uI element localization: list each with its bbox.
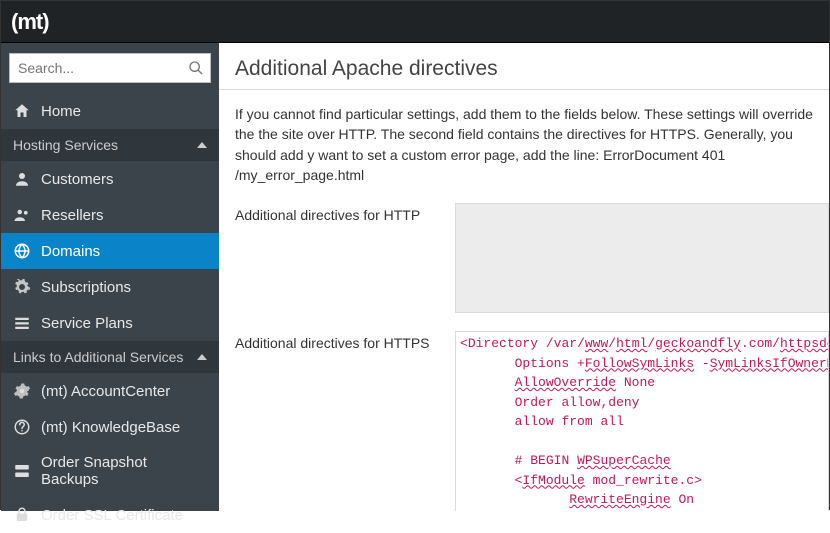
nav-label: Subscriptions xyxy=(41,279,131,296)
page-description: If you cannot find particular settings, … xyxy=(235,104,829,185)
nav-label: Service Plans xyxy=(41,315,133,332)
section-links[interactable]: Links to Additional Services xyxy=(1,341,219,373)
nav-subscriptions[interactable]: Subscriptions xyxy=(1,269,219,305)
http-directives-row: Additional directives for HTTP xyxy=(235,203,829,313)
nav-order-ssl[interactable]: Order SSL Certificate xyxy=(1,497,219,533)
sidebar: Home Hosting Services Customers Reseller… xyxy=(1,43,219,511)
top-bar: (mt) xyxy=(1,1,829,43)
resellers-icon xyxy=(13,206,31,224)
list-icon xyxy=(13,314,31,332)
section-hosting-services[interactable]: Hosting Services xyxy=(1,129,219,161)
nav-order-backups[interactable]: Order Snapshot Backups xyxy=(1,445,219,497)
server-icon xyxy=(13,462,31,480)
nav-label: Order SSL Certificate xyxy=(41,507,183,524)
gear-icon xyxy=(13,382,31,400)
search-input[interactable] xyxy=(10,60,210,76)
nav-service-plans[interactable]: Service Plans xyxy=(1,305,219,341)
nav-home[interactable]: Home xyxy=(1,93,219,129)
help-icon xyxy=(13,418,31,436)
https-directives-row: Additional directives for HTTPS <Directo… xyxy=(235,331,829,511)
nav-label: Resellers xyxy=(41,207,104,224)
content-area: Additional Apache directives If you cann… xyxy=(219,43,829,511)
nav-label: (mt) KnowledgeBase xyxy=(41,419,180,436)
main-layout: Home Hosting Services Customers Reseller… xyxy=(1,43,829,511)
home-icon xyxy=(13,102,31,120)
page-title: Additional Apache directives xyxy=(235,57,829,81)
caret-up-icon xyxy=(197,354,207,360)
search-wrap xyxy=(1,43,219,93)
section-label: Links to Additional Services xyxy=(13,349,183,365)
http-label: Additional directives for HTTP xyxy=(235,203,455,223)
https-directives-textarea[interactable]: <Directory /var/www/html/geckoandfly.com… xyxy=(455,331,829,511)
nav-label: Home xyxy=(41,103,81,120)
section-label: Hosting Services xyxy=(13,137,118,153)
nav-label: Customers xyxy=(41,171,114,188)
nav-label: Domains xyxy=(41,243,100,260)
customers-icon xyxy=(13,170,31,188)
http-directives-textarea[interactable] xyxy=(455,203,829,313)
nav-domains[interactable]: Domains xyxy=(1,233,219,269)
caret-up-icon xyxy=(197,142,207,148)
nav-customers[interactable]: Customers xyxy=(1,161,219,197)
title-separator xyxy=(219,89,829,90)
search-box[interactable] xyxy=(9,53,211,83)
nav-account-center[interactable]: (mt) AccountCenter xyxy=(1,373,219,409)
globe-icon xyxy=(13,242,31,260)
gear-icon xyxy=(13,278,31,296)
search-icon[interactable] xyxy=(188,60,204,76)
lock-icon xyxy=(13,506,31,524)
nav-knowledgebase[interactable]: (mt) KnowledgeBase xyxy=(1,409,219,445)
nav-label: Order Snapshot Backups xyxy=(41,454,207,488)
https-label: Additional directives for HTTPS xyxy=(235,331,455,351)
logo: (mt) xyxy=(11,9,49,35)
nav-label: (mt) AccountCenter xyxy=(41,383,170,400)
nav-resellers[interactable]: Resellers xyxy=(1,197,219,233)
